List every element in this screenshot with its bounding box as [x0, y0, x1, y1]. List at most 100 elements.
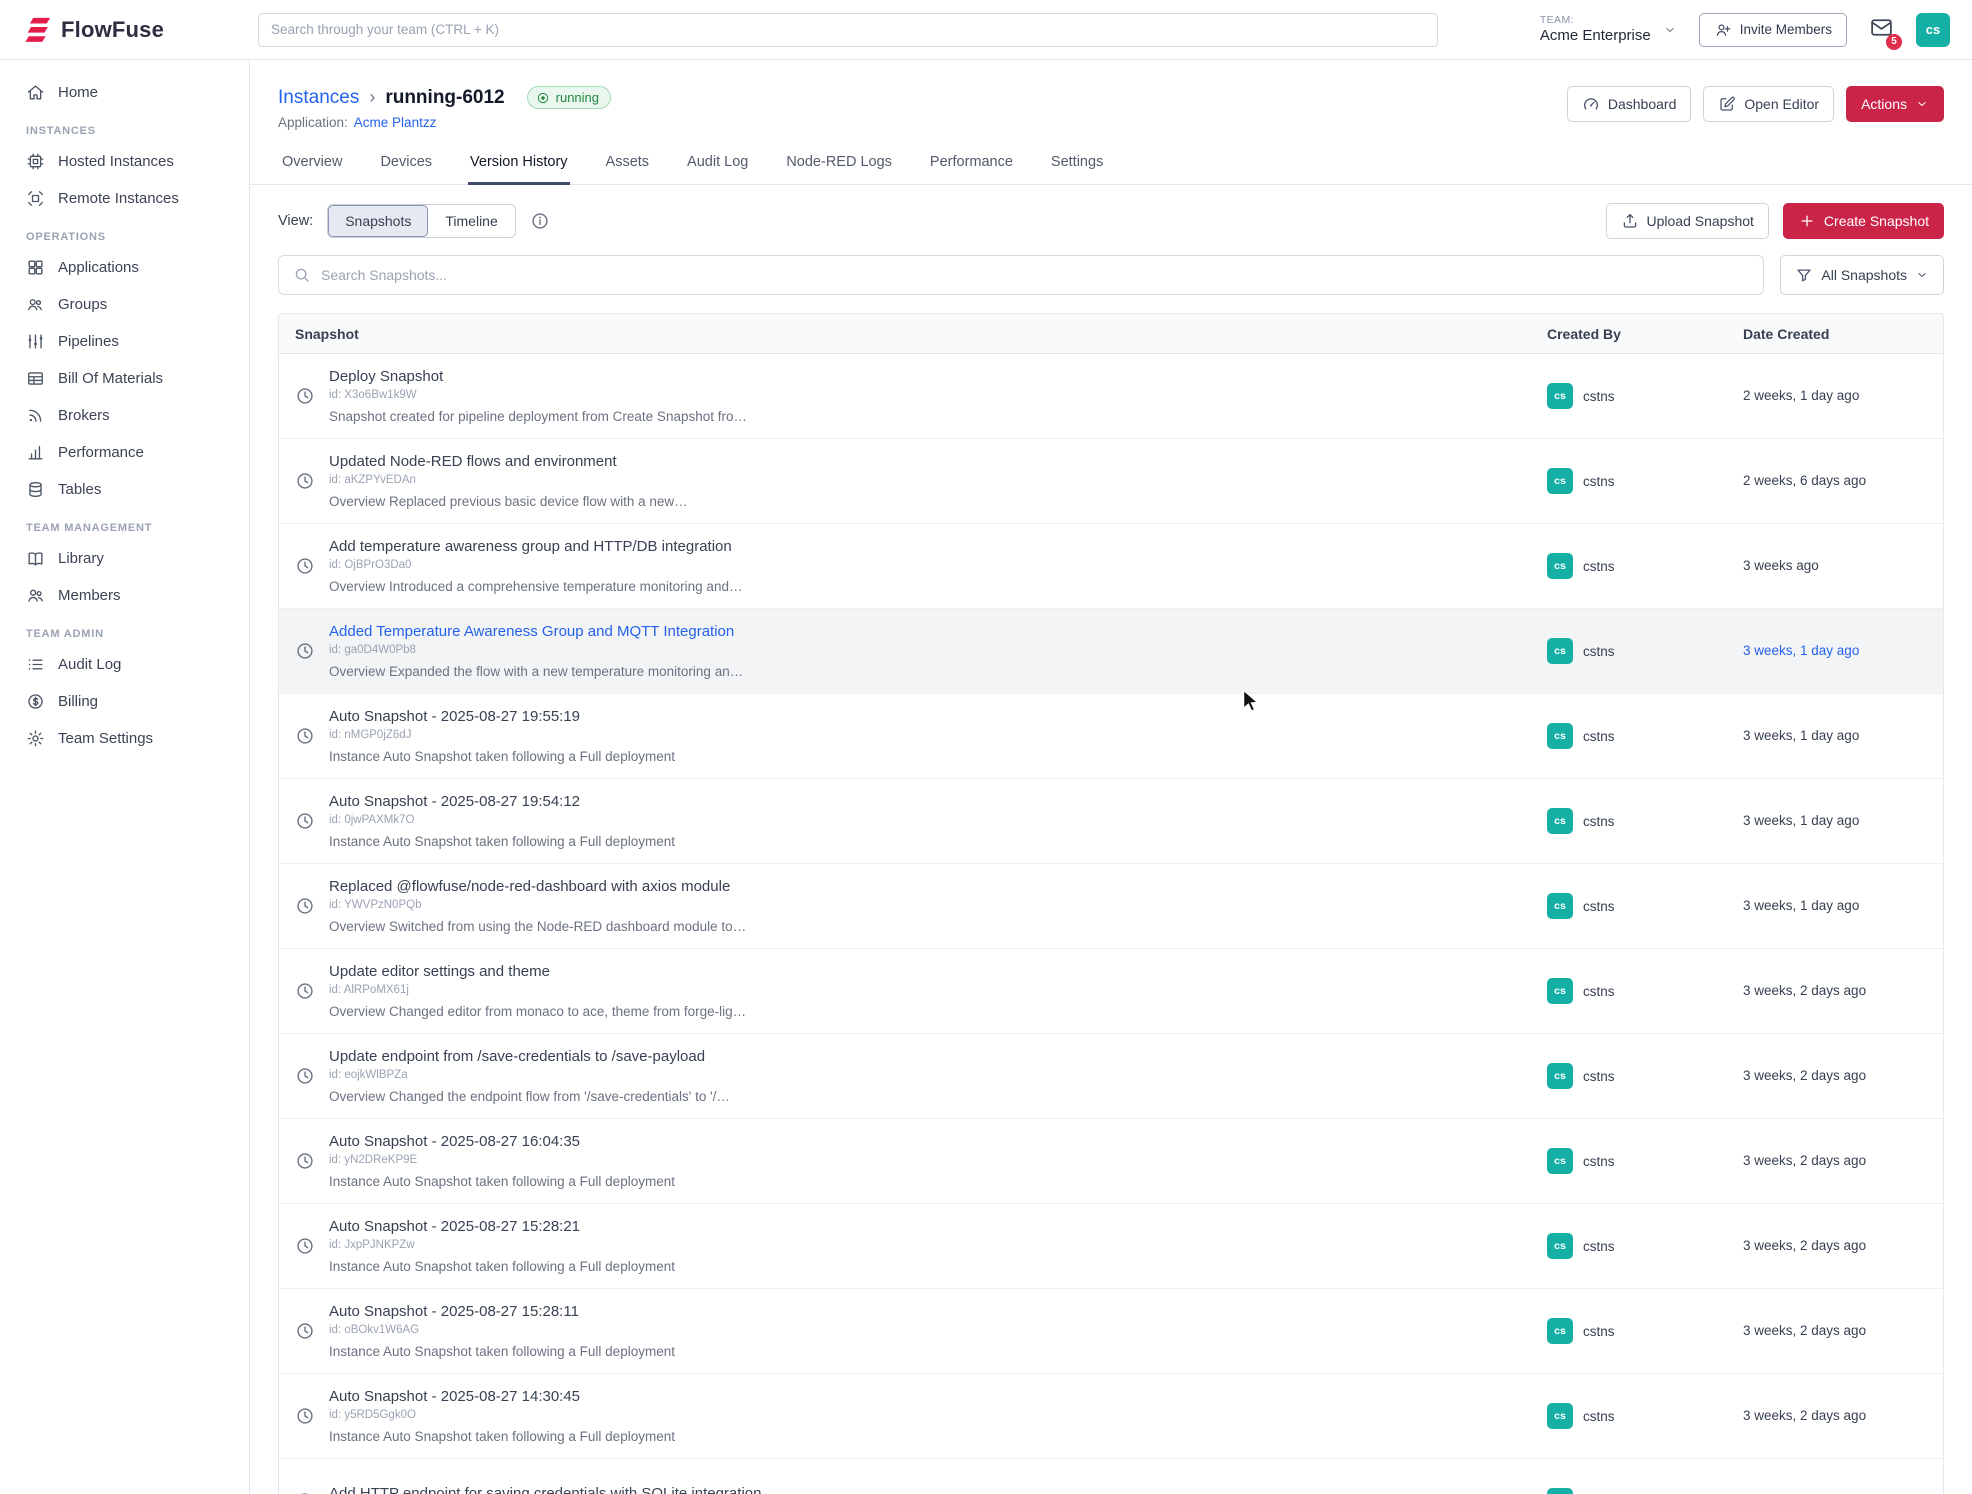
database-icon	[26, 480, 45, 499]
tab-version-history[interactable]: Version History	[468, 144, 570, 185]
sidebar-item-billing[interactable]: Billing	[0, 683, 249, 720]
sidebar-item-pipelines[interactable]: Pipelines	[0, 323, 249, 360]
snapshot-search-input[interactable]	[321, 267, 1749, 283]
tab-audit-log[interactable]: Audit Log	[685, 144, 750, 185]
snapshot-title[interactable]: Deploy Snapshot	[329, 368, 747, 386]
tab-devices[interactable]: Devices	[378, 144, 434, 185]
sidebar-item-label: Audit Log	[58, 656, 121, 673]
tab-overview[interactable]: Overview	[280, 144, 344, 185]
sidebar-item-home[interactable]: Home	[0, 74, 249, 111]
tab-performance[interactable]: Performance	[928, 144, 1015, 185]
sidebar-item-applications[interactable]: Applications	[0, 249, 249, 286]
flowfuse-logo[interactable]: FlowFuse	[22, 15, 242, 45]
author-name: cstns	[1583, 814, 1615, 829]
rss-icon	[26, 406, 45, 425]
chart-bar-icon	[26, 443, 45, 462]
breadcrumb-instances-link[interactable]: Instances	[278, 87, 359, 109]
snapshot-title[interactable]: Auto Snapshot - 2025-08-27 15:28:11	[329, 1303, 675, 1321]
clock-icon	[295, 1321, 315, 1341]
snapshot-title[interactable]: Update editor settings and theme	[329, 963, 746, 981]
snapshot-id: id: OjBPrO3Da0	[329, 559, 742, 571]
author-avatar-initials: cs	[1554, 475, 1566, 487]
team-selector[interactable]: TEAM: Acme Enterprise	[1540, 14, 1677, 46]
column-header-date-created: Date Created	[1743, 326, 1927, 342]
sidebar-item-hosted-instances[interactable]: Hosted Instances	[0, 143, 249, 180]
sidebar-item-remote-instances[interactable]: Remote Instances	[0, 180, 249, 217]
view-timeline-button[interactable]: Timeline	[428, 205, 514, 237]
author-name: cstns	[1583, 1409, 1615, 1424]
snapshot-row[interactable]: Add HTTP endpoint for saving credentials…	[279, 1459, 1943, 1494]
sidebar-item-brokers[interactable]: Brokers	[0, 397, 249, 434]
sidebar-item-audit-log[interactable]: Audit Log	[0, 646, 249, 683]
snapshot-row[interactable]: Auto Snapshot - 2025-08-27 19:54:12 id: …	[279, 779, 1943, 864]
tab-settings[interactable]: Settings	[1049, 144, 1105, 185]
snapshot-filter-dropdown[interactable]: All Snapshots	[1780, 255, 1944, 295]
author-name: cstns	[1583, 729, 1615, 744]
snapshot-title[interactable]: Add temperature awareness group and HTTP…	[329, 538, 742, 556]
sidebar-item-label: Pipelines	[58, 333, 119, 350]
sidebar-item-library[interactable]: Library	[0, 540, 249, 577]
snapshot-title[interactable]: Updated Node-RED flows and environment	[329, 453, 688, 471]
upload-snapshot-button[interactable]: Upload Snapshot	[1606, 203, 1769, 239]
status-badge-label: running	[556, 90, 599, 105]
create-snapshot-button[interactable]: Create Snapshot	[1783, 203, 1944, 239]
snapshot-description: Instance Auto Snapshot taken following a…	[329, 834, 675, 849]
snapshot-id: id: y5RD5Ggk0O	[329, 1409, 675, 1421]
snapshot-title[interactable]: Replaced @flowfuse/node-red-dashboard wi…	[329, 878, 746, 896]
open-editor-button[interactable]: Open Editor	[1703, 86, 1834, 122]
snapshot-row[interactable]: Update endpoint from /save-credentials t…	[279, 1034, 1943, 1119]
sidebar-section-label: OPERATIONS	[0, 217, 249, 249]
dashboard-button[interactable]: Dashboard	[1567, 86, 1692, 122]
snapshot-description: Overview Introduced a comprehensive temp…	[329, 579, 742, 594]
sidebar-section-team-management: TEAM MANAGEMENT Library Members	[0, 508, 249, 614]
view-snapshots-button[interactable]: Snapshots	[328, 205, 428, 237]
snapshot-title[interactable]: Auto Snapshot - 2025-08-27 19:55:19	[329, 708, 675, 726]
date-created: 3 weeks, 1 day ago	[1743, 643, 1859, 658]
snapshot-row[interactable]: Auto Snapshot - 2025-08-27 16:04:35 id: …	[279, 1119, 1943, 1204]
snapshot-title[interactable]: Auto Snapshot - 2025-08-27 19:54:12	[329, 793, 675, 811]
snapshot-row[interactable]: Update editor settings and theme id: AlR…	[279, 949, 1943, 1034]
tab-assets[interactable]: Assets	[604, 144, 652, 185]
author-avatar-initials: cs	[1554, 1240, 1566, 1252]
snapshot-row[interactable]: Auto Snapshot - 2025-08-27 15:28:21 id: …	[279, 1204, 1943, 1289]
snapshot-row[interactable]: Auto Snapshot - 2025-08-27 14:30:45 id: …	[279, 1374, 1943, 1459]
sidebar-item-members[interactable]: Members	[0, 577, 249, 614]
snapshot-row[interactable]: Auto Snapshot - 2025-08-27 15:28:11 id: …	[279, 1289, 1943, 1374]
snapshot-id: id: X3o6Bw1k9W	[329, 389, 747, 401]
notifications-button[interactable]: 5	[1869, 15, 1894, 45]
sidebar-item-team-settings[interactable]: Team Settings	[0, 720, 249, 757]
team-label: TEAM:	[1540, 14, 1651, 27]
snapshot-id: id: yN2DReKP9E	[329, 1154, 675, 1166]
sidebar-item-groups[interactable]: Groups	[0, 286, 249, 323]
snapshot-title[interactable]: Auto Snapshot - 2025-08-27 15:28:21	[329, 1218, 675, 1236]
application-link[interactable]: Acme Plantzz	[354, 115, 437, 130]
info-icon[interactable]	[530, 211, 550, 231]
sidebar-item-tables[interactable]: Tables	[0, 471, 249, 508]
snapshot-title[interactable]: Update endpoint from /save-credentials t…	[329, 1048, 730, 1066]
author-avatar-initials: cs	[1554, 1070, 1566, 1082]
cog-icon	[26, 729, 45, 748]
date-created: 2 weeks, 6 days ago	[1743, 473, 1866, 488]
date-created: 3 weeks, 2 days ago	[1743, 1408, 1866, 1423]
snapshot-row[interactable]: Updated Node-RED flows and environment i…	[279, 439, 1943, 524]
global-search-input[interactable]	[258, 13, 1438, 47]
sidebar-item-performance[interactable]: Performance	[0, 434, 249, 471]
invite-members-button[interactable]: Invite Members	[1699, 13, 1847, 47]
snapshot-row[interactable]: Add temperature awareness group and HTTP…	[279, 524, 1943, 609]
snapshot-row[interactable]: Deploy Snapshot id: X3o6Bw1k9W Snapshot …	[279, 354, 1943, 439]
sidebar-item-bill-of-materials[interactable]: Bill Of Materials	[0, 360, 249, 397]
snapshot-row[interactable]: Replaced @flowfuse/node-red-dashboard wi…	[279, 864, 1943, 949]
snapshot-search[interactable]	[278, 255, 1764, 295]
snapshot-row[interactable]: Added Temperature Awareness Group and MQ…	[279, 609, 1943, 694]
snapshot-title[interactable]: Auto Snapshot - 2025-08-27 14:30:45	[329, 1388, 675, 1406]
snapshot-title[interactable]: Added Temperature Awareness Group and MQ…	[329, 623, 743, 641]
author-avatar-initials: cs	[1554, 900, 1566, 912]
actions-button[interactable]: Actions	[1846, 86, 1944, 122]
snapshot-title[interactable]: Add HTTP endpoint for saving credentials…	[329, 1485, 761, 1494]
global-search	[258, 13, 1438, 47]
tab-node-red-logs[interactable]: Node-RED Logs	[784, 144, 894, 185]
application-line: Application: Acme Plantzz	[278, 115, 611, 130]
snapshot-row[interactable]: Auto Snapshot - 2025-08-27 19:55:19 id: …	[279, 694, 1943, 779]
user-avatar[interactable]: cs	[1916, 13, 1950, 47]
snapshot-title[interactable]: Auto Snapshot - 2025-08-27 16:04:35	[329, 1133, 675, 1151]
